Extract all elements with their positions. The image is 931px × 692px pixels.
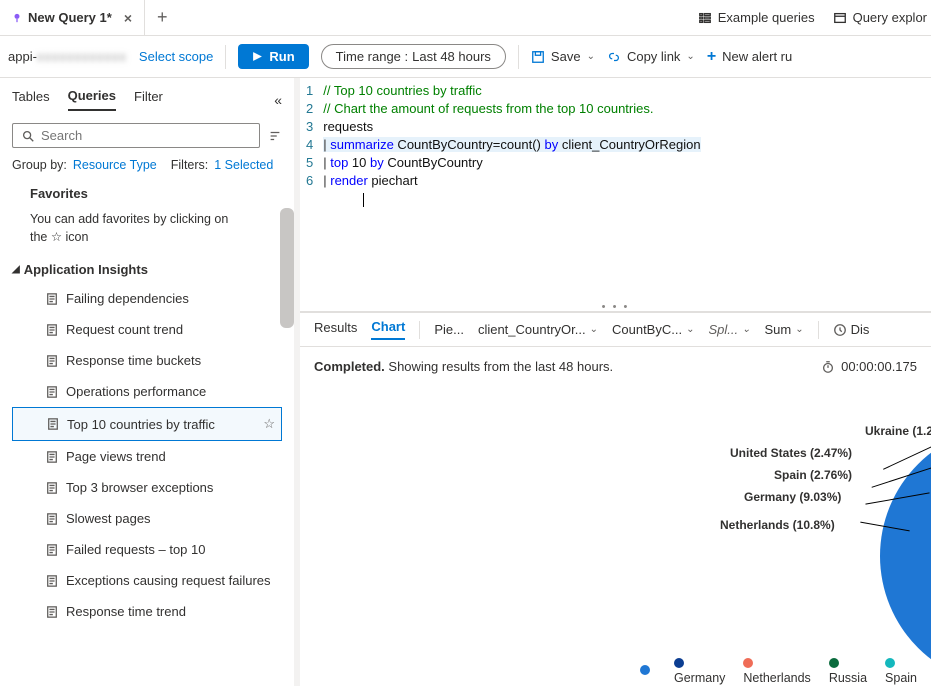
x-axis-select[interactable]: client_CountryOr...⌄ bbox=[478, 322, 598, 337]
slice-label-us: United States (2.47%) bbox=[730, 446, 852, 460]
doc-icon bbox=[46, 324, 58, 336]
split-by-select[interactable]: Spl...⌄ bbox=[708, 322, 750, 337]
divider bbox=[225, 45, 226, 69]
legend-item[interactable] bbox=[640, 664, 656, 678]
explorer-icon bbox=[833, 11, 847, 25]
search-icon bbox=[21, 129, 35, 143]
collapse-sidebar-button[interactable]: « bbox=[274, 92, 282, 108]
save-button[interactable]: Save ⌄ bbox=[531, 49, 595, 64]
star-icon[interactable]: ☆ bbox=[263, 416, 275, 432]
search-box[interactable] bbox=[12, 123, 260, 148]
favorites-desc: You can add favorites by clicking onthe … bbox=[30, 211, 278, 246]
doc-icon bbox=[46, 482, 58, 494]
filters-label: Filters: bbox=[171, 158, 209, 172]
group-by-value[interactable]: Resource Type bbox=[73, 158, 157, 172]
tab-queries[interactable]: Queries bbox=[68, 88, 116, 111]
new-tab-button[interactable]: + bbox=[145, 7, 180, 28]
code-content: // Top 10 countries by traffic// Chart t… bbox=[323, 82, 700, 209]
tab-title: New Query 1* bbox=[28, 10, 112, 25]
pie-chart bbox=[880, 426, 931, 686]
save-icon bbox=[531, 50, 545, 64]
sort-icon[interactable] bbox=[268, 129, 282, 143]
clock-icon bbox=[833, 323, 847, 337]
doc-icon bbox=[46, 386, 58, 398]
scrollbar-thumb[interactable] bbox=[280, 208, 294, 328]
tab-bar: New Query 1* × + Example queries Query e… bbox=[0, 0, 931, 36]
tab-chart[interactable]: Chart bbox=[371, 319, 405, 340]
pin-icon bbox=[12, 13, 22, 23]
legend-item[interactable]: Germany bbox=[674, 657, 725, 685]
tab-tables[interactable]: Tables bbox=[12, 89, 50, 110]
copy-link-button[interactable]: Copy link ⌄ bbox=[607, 49, 695, 64]
doc-icon bbox=[46, 451, 58, 463]
time-range-picker[interactable]: Time range : Last 48 hours bbox=[321, 44, 506, 69]
tab-results[interactable]: Results bbox=[314, 320, 357, 339]
status-bar: Completed. Showing results from the last… bbox=[300, 347, 931, 386]
doc-icon bbox=[46, 544, 58, 556]
split-handle[interactable]: • • • bbox=[300, 303, 931, 311]
slice-label-netherlands: Netherlands (10.8%) bbox=[720, 518, 835, 532]
scope-name: appi-xxxxxxxxxxxx bbox=[8, 49, 127, 64]
query-item[interactable]: Request count trend bbox=[12, 314, 282, 345]
query-item[interactable]: Failed requests – top 10 bbox=[12, 534, 282, 565]
divider bbox=[518, 45, 519, 69]
query-tab[interactable]: New Query 1* × bbox=[0, 0, 145, 35]
doc-icon bbox=[46, 575, 58, 587]
query-item[interactable]: Top 10 countries by traffic☆ bbox=[12, 407, 282, 441]
group-by-label: Group by: bbox=[12, 158, 67, 172]
chevron-down-icon: ⌄ bbox=[686, 51, 694, 62]
query-explorer-button[interactable]: Query explor bbox=[833, 10, 927, 25]
run-button[interactable]: Run bbox=[238, 44, 308, 69]
chart-area: Ukraine (1.28%) United States (2.47%) Sp… bbox=[300, 386, 931, 686]
sidebar: Tables Queries Filter « Group by: Resour… bbox=[0, 78, 300, 686]
legend-item[interactable]: Spain bbox=[885, 657, 917, 685]
play-icon bbox=[252, 51, 263, 62]
search-input[interactable] bbox=[41, 128, 251, 143]
slice-label-spain: Spain (2.76%) bbox=[774, 468, 852, 482]
tab-filter[interactable]: Filter bbox=[134, 89, 163, 110]
doc-icon bbox=[47, 418, 59, 430]
y-axis-select[interactable]: CountByC...⌄ bbox=[612, 322, 694, 337]
toolbar: appi-xxxxxxxxxxxx Select scope Run Time … bbox=[0, 36, 931, 78]
results-toolbar: Results Chart Pie... client_CountryOr...… bbox=[300, 311, 931, 347]
legend-item[interactable]: Russia bbox=[829, 657, 867, 685]
query-item[interactable]: Response time trend bbox=[12, 596, 282, 627]
legend-item[interactable]: Netherlands bbox=[743, 657, 810, 685]
slice-label-ukraine: Ukraine (1.28%) bbox=[865, 424, 931, 438]
section-app-insights[interactable]: ◢ Application Insights bbox=[12, 262, 282, 277]
query-duration: 00:00:00.175 bbox=[821, 359, 917, 374]
query-item[interactable]: Top 3 browser exceptions bbox=[12, 472, 282, 503]
slice-label-germany: Germany (9.03%) bbox=[744, 490, 841, 504]
example-queries-button[interactable]: Example queries bbox=[698, 10, 815, 25]
aggregation-select[interactable]: Sum⌄ bbox=[764, 322, 803, 337]
query-item[interactable]: Operations performance bbox=[12, 376, 282, 407]
line-gutter: 123456 bbox=[306, 82, 323, 209]
select-scope-link[interactable]: Select scope bbox=[139, 49, 213, 64]
link-icon bbox=[607, 50, 621, 64]
stopwatch-icon bbox=[821, 360, 835, 374]
doc-icon bbox=[46, 513, 58, 525]
doc-icon bbox=[46, 293, 58, 305]
display-options[interactable]: Dis bbox=[833, 322, 870, 337]
doc-icon bbox=[46, 606, 58, 618]
caret-down-icon: ◢ bbox=[12, 264, 20, 275]
query-list: Failing dependenciesRequest count trendR… bbox=[12, 283, 282, 627]
list-icon bbox=[698, 11, 712, 25]
new-alert-button[interactable]: + New alert ru bbox=[707, 48, 792, 66]
query-item[interactable]: Slowest pages bbox=[12, 503, 282, 534]
code-editor[interactable]: 123456 // Top 10 countries by traffic// … bbox=[300, 78, 931, 213]
filters-value[interactable]: 1 Selected bbox=[214, 158, 273, 172]
doc-icon bbox=[46, 355, 58, 367]
plus-icon: + bbox=[707, 48, 716, 66]
query-item[interactable]: Response time buckets bbox=[12, 345, 282, 376]
query-item[interactable]: Failing dependencies bbox=[12, 283, 282, 314]
chart-type-select[interactable]: Pie... bbox=[434, 322, 464, 337]
query-item[interactable]: Exceptions causing request failures bbox=[12, 565, 282, 596]
close-icon[interactable]: × bbox=[124, 10, 132, 26]
favorites-title: Favorites bbox=[30, 186, 278, 201]
query-item[interactable]: Page views trend bbox=[12, 441, 282, 472]
chevron-down-icon: ⌄ bbox=[587, 51, 595, 62]
